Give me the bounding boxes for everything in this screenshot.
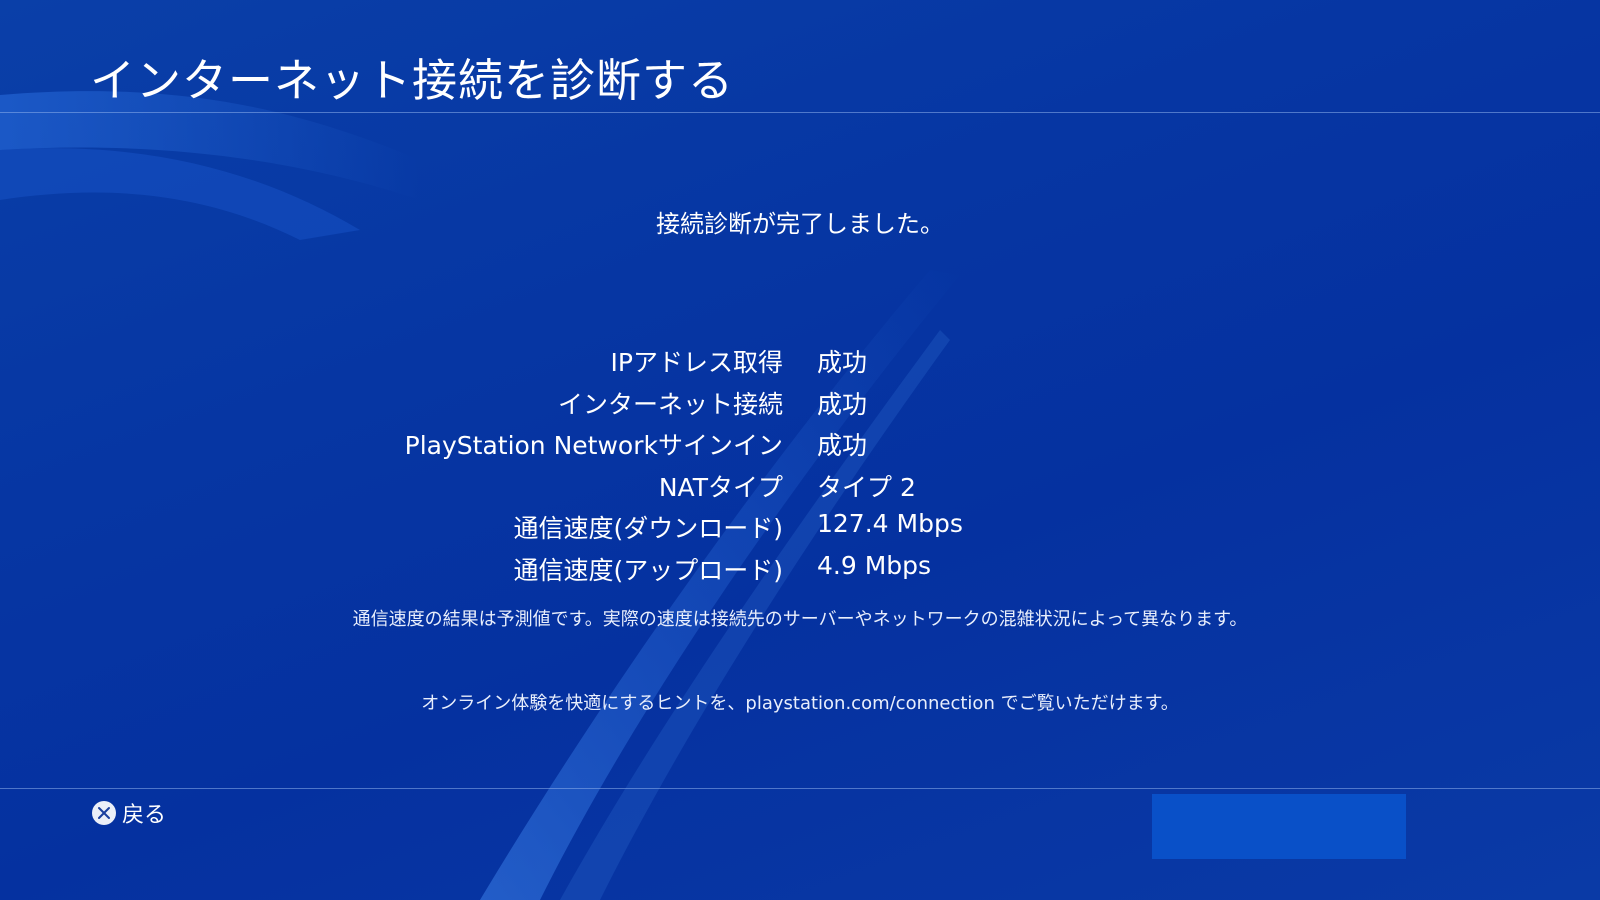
result-label: PlayStation Networkサインイン xyxy=(404,431,783,460)
status-message: 接続診断が完了しました。 xyxy=(656,210,944,238)
result-row-nat-type: NATタイプ タイプ 2 xyxy=(0,468,1600,510)
back-button[interactable]: 戻る xyxy=(92,797,166,829)
result-row-internet-connection: インターネット接続 成功 xyxy=(0,385,1600,427)
footer-panel xyxy=(1152,794,1406,859)
connection-hint: オンライン体験を快適にするヒントを、playstation.com/connec… xyxy=(421,693,1179,714)
page-title: インターネット接続を診断する xyxy=(90,54,735,107)
result-value: 成功 xyxy=(817,431,868,460)
result-value: 4.9 Mbps xyxy=(817,550,932,580)
result-label: 通信速度(ダウンロード) xyxy=(513,514,783,543)
back-label: 戻る xyxy=(122,803,167,828)
result-value: 成功 xyxy=(817,348,868,377)
result-value: 成功 xyxy=(817,389,868,419)
result-row-download-speed: 通信速度(ダウンロード) 127.4 Mbps xyxy=(0,509,1600,551)
speed-disclaimer: 通信速度の結果は予測値です。実際の速度は接続先のサーバーやネットワークの混雑状況… xyxy=(352,609,1248,630)
footer-divider xyxy=(0,788,1600,789)
header-divider xyxy=(0,112,1600,113)
header-bar: インターネット接続を診断する xyxy=(0,0,1600,112)
result-value: タイプ 2 xyxy=(817,472,916,502)
result-row-psn-signin: PlayStation Networkサインイン 成功 xyxy=(0,426,1600,468)
result-label: NATタイプ xyxy=(658,472,783,502)
result-value: 127.4 Mbps xyxy=(817,509,963,538)
cross-button-icon xyxy=(92,801,116,825)
result-label: IPアドレス取得 xyxy=(610,348,783,377)
results-list: IPアドレス取得 成功 インターネット接続 成功 PlayStation Net… xyxy=(0,343,1600,592)
result-row-ip-address: IPアドレス取得 成功 xyxy=(0,343,1600,385)
result-label: インターネット接続 xyxy=(557,389,783,419)
result-label: 通信速度(アップロード) xyxy=(513,555,783,585)
result-row-upload-speed: 通信速度(アップロード) 4.9 Mbps xyxy=(0,551,1600,593)
